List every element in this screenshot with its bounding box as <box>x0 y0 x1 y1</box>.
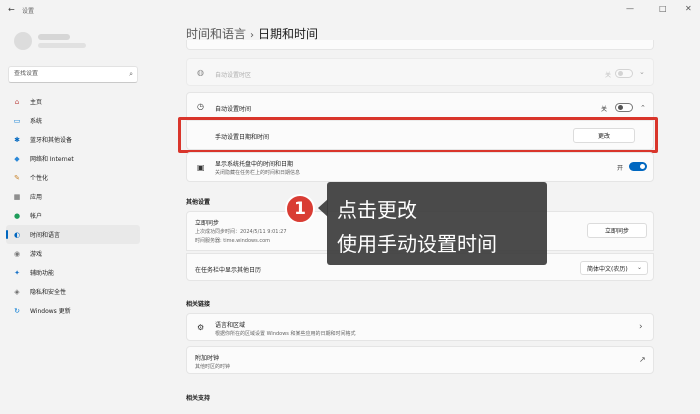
wifi-icon: ◆ <box>14 154 20 163</box>
sidebar-item[interactable]: ◆ 网络和 Internet <box>6 149 140 168</box>
tray-time-row: ▣ 显示系统托盘中的时间和日期 关闭隐藏在任务栏上的时间和日期信息 开 <box>186 152 654 182</box>
bluetooth-icon: ✱ <box>14 135 20 144</box>
chevron-down-icon: ⌄ <box>639 68 645 76</box>
language-region-subtitle: 根据你所在的区域设置 Windows 和某些应用的日期和时间格式 <box>215 331 356 337</box>
sidebar-item[interactable]: ✱ 蓝牙和其他设备 <box>6 130 140 149</box>
sidebar-item-label: 主页 <box>30 99 43 106</box>
sidebar-item-label: Windows 更新 <box>30 308 71 315</box>
additional-clocks-subtitle: 其他时区的时钟 <box>195 364 231 370</box>
sync-title: 立即同步 <box>195 220 220 227</box>
tray-time-subtitle: 关闭隐藏在任务栏上的时间和日期信息 <box>215 170 301 176</box>
apps-icon: ▦ <box>13 192 21 201</box>
sync-server: 时间服务器: time.windows.com <box>195 238 271 244</box>
sync-last-time: 上次成功同步时间：2024/5/11 9:01:27 <box>195 229 287 235</box>
calendar-select[interactable]: 简体中文(农历) ⌄ <box>580 261 648 275</box>
sidebar-nav: ⌂ 主页 ▭ 系统 ✱ 蓝牙和其他设备 ◆ 网络和 Internet ✎ 个性化 ▦ 应用 ● 帐户 ◐ 时间… <box>6 92 140 320</box>
shield-icon: ◈ <box>14 287 20 296</box>
avatar[interactable] <box>14 32 32 50</box>
callout-pointer <box>318 199 328 217</box>
calendar-select-value: 简体中文(农历) <box>587 265 628 273</box>
page-title: 日期和时间 <box>258 27 319 41</box>
back-arrow-icon[interactable]: ← <box>8 5 15 14</box>
globe-clock-icon: ◐ <box>13 230 21 239</box>
maximize-button[interactable]: □ <box>659 4 667 13</box>
related-links-heading: 相关链接 <box>186 301 211 308</box>
timezone-title: 自动设置时区 <box>215 72 252 79</box>
language-region-icon: ⚙ <box>197 323 205 332</box>
clock-icon: ◷ <box>197 102 204 111</box>
language-region-row[interactable]: ⚙ 语言和区域 根据你所在的区域设置 Windows 和某些应用的日期和时间格式… <box>186 313 654 341</box>
brush-icon: ✎ <box>14 173 20 182</box>
chevron-down-icon: ⌄ <box>636 264 642 271</box>
sidebar-item[interactable]: ◐ 时间和语言 <box>6 225 140 244</box>
title-bar: ← 设置 — □ ✕ <box>0 0 700 22</box>
timezone-toggle <box>615 69 633 78</box>
timezone-row: ◍ 自动设置时区 关 ⌄ <box>186 58 654 86</box>
profile-email-blur <box>38 43 86 48</box>
sidebar-item[interactable]: ◈ 隐私和安全性 <box>6 282 140 301</box>
sidebar-item-label: 系统 <box>30 118 43 125</box>
breadcrumb-parent[interactable]: 时间和语言 <box>186 27 246 41</box>
account-icon: ● <box>13 211 21 220</box>
sidebar-item-label: 隐私和安全性 <box>30 289 67 296</box>
sync-now-button[interactable]: 立即同步 <box>587 223 647 238</box>
sidebar-item-label: 游戏 <box>30 251 43 258</box>
callout-text-line2: 使用手动设置时间 <box>337 232 497 256</box>
home-icon: ⌂ <box>14 97 20 106</box>
other-settings-heading: 其他设置 <box>186 199 211 206</box>
callout-text-line1: 点击更改 <box>337 198 417 222</box>
search-box[interactable]: ⌕ <box>8 66 138 83</box>
sidebar-item[interactable]: ✎ 个性化 <box>6 168 140 187</box>
search-input[interactable] <box>14 70 114 77</box>
sidebar-item[interactable]: ● 帐户 <box>6 206 140 225</box>
auto-time-title: 自动设置时间 <box>215 106 252 113</box>
sidebar-item-label: 蓝牙和其他设备 <box>30 137 73 144</box>
related-support-heading: 相关支持 <box>186 395 211 402</box>
app-title: 设置 <box>22 8 35 15</box>
windows-update-icon: ↻ <box>14 306 20 315</box>
highlight-box <box>178 117 658 153</box>
additional-clocks-title: 附加时钟 <box>195 355 220 362</box>
gamepad-icon: ◉ <box>13 249 21 258</box>
scrolled-card-edge <box>186 40 654 50</box>
additional-clocks-row[interactable]: 附加时钟 其他时区的时钟 ↗ <box>186 346 654 374</box>
profile-name-blur <box>38 34 70 40</box>
auto-time-state: 关 <box>601 106 608 113</box>
chevron-right-icon: › <box>639 322 643 332</box>
other-calendar-title: 在任务栏中显示其他日历 <box>195 267 262 274</box>
accessibility-icon: ✦ <box>14 268 20 277</box>
minimize-button[interactable]: — <box>626 4 634 13</box>
tray-time-title: 显示系统托盘中的时间和日期 <box>215 161 294 168</box>
sidebar-item-label: 网络和 Internet <box>30 156 74 163</box>
sidebar-item[interactable]: ▭ 系统 <box>6 111 140 130</box>
language-region-title: 语言和区域 <box>215 322 246 329</box>
monitor-icon: ▭ <box>13 116 21 125</box>
sidebar-item[interactable]: ✦ 辅助功能 <box>6 263 140 282</box>
sidebar-item-label: 帐户 <box>30 213 43 220</box>
sidebar-item[interactable]: ▦ 应用 <box>6 187 140 206</box>
calendar-icon: ▣ <box>197 163 205 172</box>
chevron-up-icon[interactable]: ⌃ <box>640 104 646 112</box>
step-number-badge: 1 <box>285 194 315 224</box>
tray-time-toggle[interactable] <box>629 162 647 171</box>
search-icon[interactable]: ⌕ <box>129 70 133 79</box>
auto-time-toggle[interactable] <box>615 103 633 112</box>
sidebar-item[interactable]: ◉ 游戏 <box>6 244 140 263</box>
sidebar-item-label: 时间和语言 <box>30 232 61 239</box>
sidebar-item-label: 应用 <box>30 194 43 201</box>
tray-time-state: 开 <box>617 165 624 172</box>
sidebar-item-label: 辅助功能 <box>30 270 55 277</box>
timezone-state: 关 <box>605 72 612 79</box>
globe-icon: ◍ <box>197 68 204 77</box>
close-button[interactable]: ✕ <box>685 4 692 13</box>
auto-time-row[interactable]: ◷ 自动设置时间 关 ⌃ <box>186 92 654 120</box>
sidebar-item-label: 个性化 <box>30 175 49 182</box>
sidebar-item[interactable]: ↻ Windows 更新 <box>6 301 140 320</box>
sidebar-item[interactable]: ⌂ 主页 <box>6 92 140 111</box>
external-link-icon: ↗ <box>639 355 646 364</box>
